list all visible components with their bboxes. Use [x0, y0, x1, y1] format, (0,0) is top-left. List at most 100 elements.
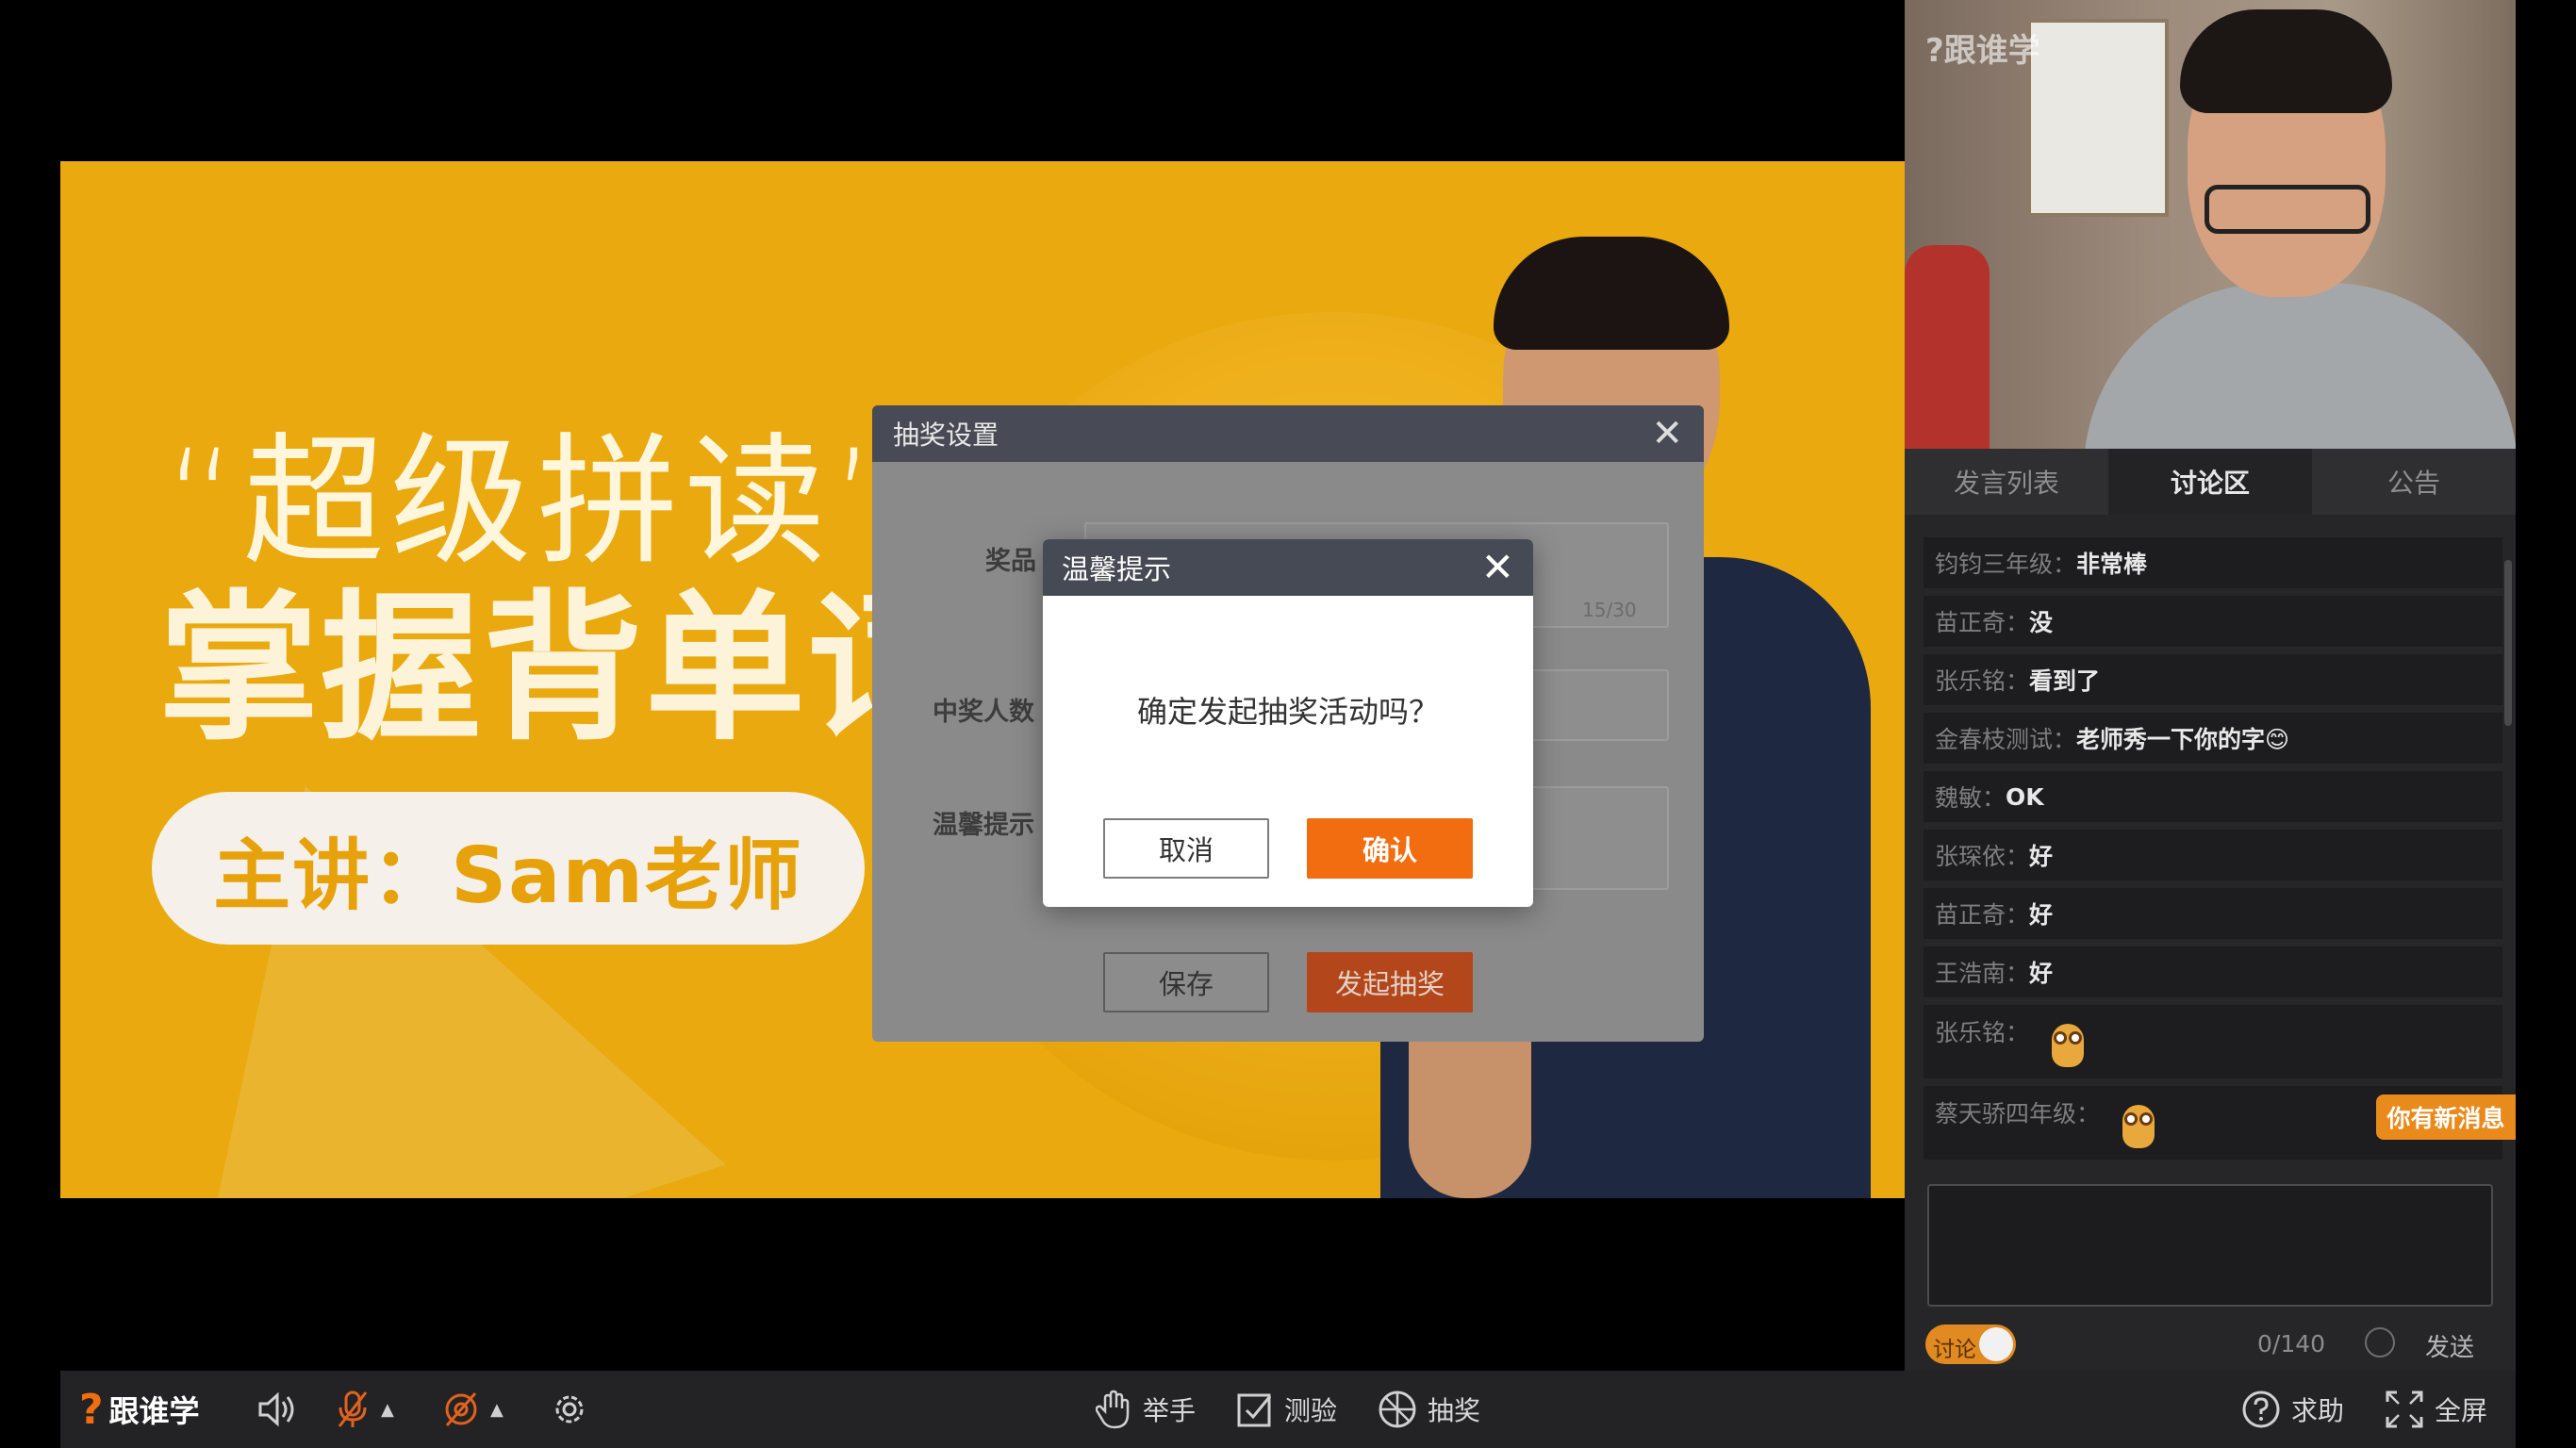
- video-chair: [1905, 245, 1990, 449]
- fullscreen-icon: [2386, 1390, 2423, 1428]
- chat-scrollbar[interactable]: [2504, 560, 2512, 726]
- raise-hand-label: 举手: [1143, 1395, 1197, 1426]
- char-counter: 0/140: [2257, 1330, 2326, 1358]
- owl-sticker-icon: [2119, 1097, 2158, 1150]
- list-item: 苗正奇： 好: [1924, 888, 2502, 939]
- list-item: 张乐铭：: [1924, 1005, 2502, 1078]
- tab-discussion[interactable]: 讨论区: [2108, 449, 2312, 515]
- fullscreen-label: 全屏: [2435, 1395, 2488, 1426]
- slide-decor-triangle: [60, 699, 726, 1198]
- owl-sticker-icon: [2048, 1016, 2088, 1069]
- chevron-up-icon[interactable]: ▲: [381, 1400, 394, 1420]
- camera-button[interactable]: ▲: [441, 1371, 504, 1448]
- message-author: 王浩南：: [1935, 960, 2030, 987]
- message-text: 好: [2029, 960, 2054, 987]
- help-label: 求助: [2291, 1395, 2345, 1426]
- emoji-icon[interactable]: [2365, 1327, 2395, 1358]
- tab-announcement[interactable]: 公告: [2312, 449, 2516, 515]
- help-button[interactable]: 求助: [2240, 1371, 2344, 1448]
- chevron-up-icon[interactable]: ▲: [490, 1400, 504, 1420]
- confirm-dialog-title: 温馨提示: [1062, 553, 1172, 585]
- hand-icon: [1096, 1390, 1130, 1429]
- presenter-text: 主讲：Sam老师: [213, 831, 803, 921]
- slide-headline: 掌握背单词: [158, 576, 970, 763]
- fullscreen-button[interactable]: 全屏: [2384, 1371, 2487, 1448]
- bottom-toolbar: ? 跟谁学 ▲ ▲ 举手 测验 抽奖 求助 全屏: [60, 1371, 2516, 1448]
- message-author: 苗正奇：: [1935, 609, 2030, 636]
- message-author: 张琛依：: [1935, 843, 2030, 870]
- prize-char-counter: 15/30: [1582, 599, 1637, 621]
- confirm-dialog: 温馨提示 ✕ 确定发起抽奖活动吗？ 取消 确认: [1043, 539, 1533, 907]
- teacher-glasses: [2204, 185, 2370, 234]
- message-author: 钧钧三年级：: [1935, 551, 2077, 578]
- winners-count-label: 中奖人数: [933, 698, 1034, 727]
- confirm-message: 确定发起抽奖活动吗？: [1136, 694, 1439, 730]
- microphone-muted-icon: [338, 1390, 368, 1427]
- lottery-dialog-title: 抽奖设置: [893, 420, 999, 451]
- chat-message-list: 钧钧三年级： 非常棒 苗正奇： 没 张乐铭： 看到了 金春枝测试： 老师秀一下你…: [1924, 537, 2502, 1167]
- new-message-badge[interactable]: 你有新消息: [2376, 1094, 2516, 1140]
- confirm-dialog-header: 温馨提示 ✕: [1043, 539, 1533, 596]
- message-author: 苗正奇：: [1935, 901, 2030, 929]
- speaker-icon: [258, 1391, 294, 1427]
- microphone-button[interactable]: ▲: [334, 1371, 394, 1448]
- message-text: OK: [2006, 782, 2044, 811]
- help-icon: [2242, 1390, 2280, 1428]
- gear-icon: [555, 1395, 584, 1423]
- lottery-label: 抽奖: [1428, 1395, 1481, 1426]
- chat-sidebar: 发言列表 讨论区 公告 钧钧三年级： 非常棒 苗正奇： 没 张乐铭： 看到了 金…: [1905, 449, 2516, 1371]
- lottery-button[interactable]: 抽奖: [1377, 1371, 1480, 1448]
- message-author: 金春枝测试：: [1935, 726, 2077, 753]
- raise-hand-button[interactable]: 举手: [1096, 1371, 1196, 1448]
- teacher-hair: [2180, 9, 2392, 113]
- slide-presenter-hair: [1494, 237, 1729, 350]
- tab-speaker-list[interactable]: 发言列表: [1905, 449, 2108, 515]
- message-text: 好: [2029, 843, 2054, 870]
- cancel-button[interactable]: 取消: [1103, 818, 1269, 879]
- quiz-button[interactable]: 测验: [1235, 1371, 1337, 1448]
- lottery-wheel-icon: [1379, 1390, 1416, 1428]
- teacher-video: ?跟谁学: [1905, 0, 2516, 449]
- camera-muted-icon: [445, 1392, 477, 1426]
- settings-button[interactable]: [549, 1371, 590, 1448]
- brand-logo: ? 跟谁学: [79, 1371, 200, 1448]
- discussion-toggle[interactable]: 讨论: [1925, 1325, 2016, 1364]
- list-item: 张琛依： 好: [1924, 830, 2502, 880]
- tip-label: 温馨提示: [933, 811, 1034, 840]
- sidebar-tabs: 发言列表 讨论区 公告: [1905, 449, 2516, 515]
- message-text: 好: [2029, 901, 2054, 929]
- presenter-pill: 主讲：Sam老师: [152, 792, 865, 945]
- send-button[interactable]: 发送: [2425, 1328, 2474, 1363]
- message-text: 非常棒: [2076, 551, 2148, 578]
- video-watermark: ?跟谁学: [1925, 32, 2040, 70]
- quiz-label: 测验: [1284, 1395, 1338, 1426]
- message-author: 张乐铭：: [1935, 667, 2030, 695]
- list-item: 王浩南： 好: [1924, 946, 2502, 997]
- chat-input[interactable]: [1927, 1184, 2493, 1307]
- message-author: 蔡天骄四年级：: [1935, 1100, 2101, 1127]
- message-text: 看到了: [2029, 667, 2101, 695]
- prize-label: 奖品: [985, 547, 1036, 576]
- confirm-button[interactable]: 确认: [1307, 818, 1473, 879]
- close-icon[interactable]: ✕: [1651, 415, 1683, 452]
- start-lottery-button[interactable]: 发起抽奖: [1307, 952, 1473, 1012]
- list-item: 苗正奇： 没: [1924, 596, 2502, 647]
- message-author: 张乐铭：: [1935, 1019, 2030, 1046]
- save-button[interactable]: 保存: [1103, 952, 1269, 1012]
- message-text: 老师秀一下你的字😊: [2076, 726, 2290, 753]
- list-item: 金春枝测试： 老师秀一下你的字😊: [1924, 713, 2502, 764]
- toggle-knob: [1979, 1327, 2013, 1361]
- speaker-button[interactable]: [256, 1371, 296, 1448]
- message-text: 没: [2029, 609, 2054, 636]
- quiz-icon: [1237, 1393, 1272, 1427]
- lottery-dialog-header: 抽奖设置 ✕: [872, 405, 1704, 462]
- close-icon[interactable]: ✕: [1481, 548, 1514, 587]
- brand-mark: ?: [79, 1385, 104, 1434]
- video-whiteboard: [2027, 19, 2169, 217]
- discussion-toggle-label: 讨论: [1933, 1338, 1976, 1362]
- list-item: 钧钧三年级： 非常棒: [1924, 537, 2502, 588]
- list-item: 魏敏： OK: [1924, 771, 2502, 822]
- list-item: 张乐铭： 看到了: [1924, 654, 2502, 705]
- message-author: 魏敏：: [1935, 784, 2006, 812]
- brand-name: 跟谁学: [108, 1393, 200, 1429]
